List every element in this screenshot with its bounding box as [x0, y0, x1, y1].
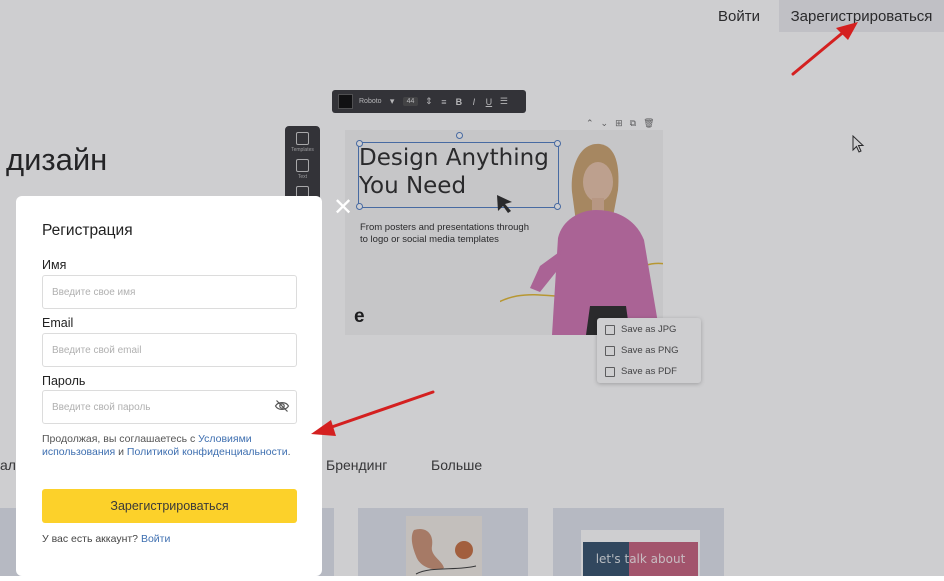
email-label: Email [42, 316, 74, 330]
registration-modal: Регистрация Имя Email Пароль Продолжая, … [16, 196, 322, 576]
eye-off-icon[interactable] [274, 398, 290, 414]
login-link-modal[interactable]: Войти [141, 533, 170, 545]
terms-text: Продолжая, вы соглашаетесь с Условиями и… [42, 433, 292, 459]
email-field[interactable] [42, 333, 297, 367]
privacy-link[interactable]: Политикой конфиденциальности [127, 446, 288, 458]
register-button[interactable]: Зарегистрироваться [42, 489, 297, 523]
name-field[interactable] [42, 275, 297, 309]
terms-and: и [118, 446, 124, 458]
login-prompt-question: У вас есть аккаунт? [42, 533, 139, 545]
login-prompt: У вас есть аккаунт? Войти [42, 533, 170, 545]
password-label: Пароль [42, 374, 86, 388]
name-label: Имя [42, 258, 67, 272]
close-icon[interactable]: ✕ [333, 196, 353, 220]
terms-suffix: . [287, 446, 291, 458]
password-field[interactable] [42, 390, 297, 424]
terms-prefix: Продолжая, вы соглашаетесь с [42, 433, 196, 445]
modal-title: Регистрация [42, 222, 133, 239]
